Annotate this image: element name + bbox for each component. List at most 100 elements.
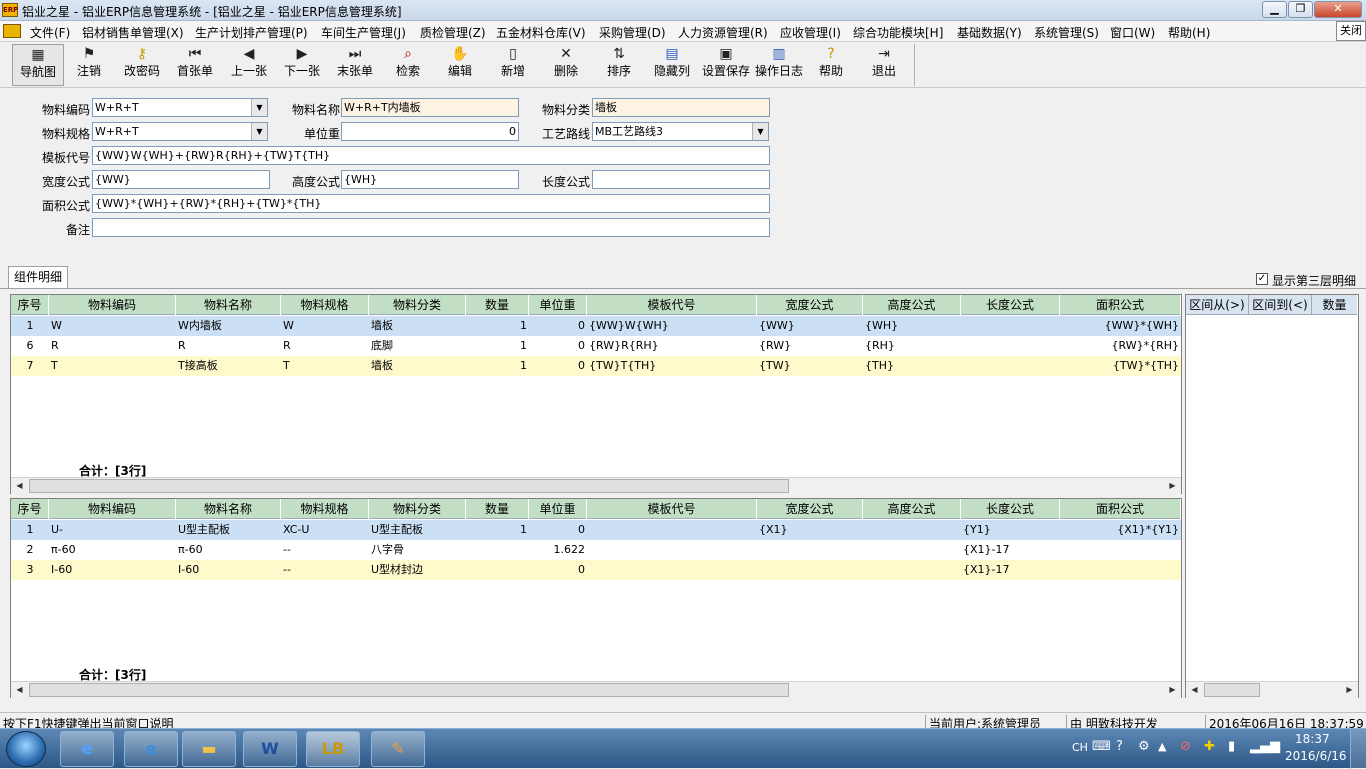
close-icon[interactable]: ✕ (1314, 1, 1362, 18)
logout-button[interactable]: ⚑ 注销 (66, 44, 112, 86)
taskbar-erp-icon[interactable]: LB (306, 731, 360, 767)
col-area-formula[interactable]: 面积公式 (1060, 499, 1181, 519)
menu-production-plan[interactable]: 生产计划排产管理(P) (195, 24, 308, 41)
col-material-code[interactable]: 物料编码 (49, 499, 176, 519)
interval-grid[interactable]: 区间从(>) 区间到(<) 数量 ◀ ▶ (1185, 294, 1359, 698)
col-seq[interactable]: 序号 (11, 499, 49, 519)
exit-button[interactable]: ⇥ 退出 (861, 44, 907, 86)
table-row[interactable]: 7 T T接高板 T 墙板 1 0 {TW}T{TH} {TW} {TH} {T… (11, 356, 1181, 376)
col-quantity[interactable]: 数量 (466, 295, 529, 315)
mdi-window-icon[interactable] (3, 24, 21, 38)
col-height-formula[interactable]: 高度公式 (863, 295, 961, 315)
scroll-thumb[interactable] (1204, 683, 1260, 697)
menu-composite[interactable]: 综合功能模块[H] (853, 24, 943, 41)
col-material-category[interactable]: 物料分类 (369, 499, 466, 519)
chevron-down-icon[interactable]: ▼ (251, 99, 267, 116)
prev-record-button[interactable]: ◀ 上一张 (224, 44, 274, 86)
col-unit-weight[interactable]: 单位重 (529, 295, 587, 315)
chevron-down-icon[interactable]: ▼ (251, 123, 267, 140)
first-record-button[interactable]: ⏮ 首张单 (170, 44, 220, 86)
scroll-thumb[interactable] (29, 683, 789, 697)
new-button[interactable]: ▯ 新增 (490, 44, 536, 86)
menu-hr[interactable]: 人力资源管理(R) (678, 24, 768, 41)
col-unit-weight[interactable]: 单位重 (529, 499, 587, 519)
tray-expand-icon[interactable]: ▲ (1158, 740, 1166, 753)
menu-window[interactable]: 窗口(W) (1110, 24, 1155, 41)
area-formula-field[interactable]: {WW}*{WH}+{RW}*{RH}+{TW}*{TH} (92, 194, 770, 213)
menu-purchase[interactable]: 采购管理(D) (599, 24, 666, 41)
col-length-formula[interactable]: 长度公式 (961, 499, 1060, 519)
sort-button[interactable]: ⇅ 排序 (596, 44, 642, 86)
menu-workshop[interactable]: 车间生产管理(J) (321, 24, 406, 41)
remark-field[interactable] (92, 218, 770, 237)
menu-help[interactable]: 帮助(H) (1168, 24, 1210, 41)
col-width-formula[interactable]: 宽度公式 (757, 499, 863, 519)
horizontal-scrollbar[interactable]: ◀ ▶ (11, 681, 1181, 698)
table-row[interactable]: 3 I-60 I-60 -- U型材封边 0 {X1}-17 (11, 560, 1181, 580)
nav-map-button[interactable]: ▦ 导航图 (12, 44, 64, 86)
col-interval-to[interactable]: 区间到(<) (1249, 295, 1312, 315)
height-formula-field[interactable]: {WH} (341, 170, 519, 189)
scroll-thumb[interactable] (29, 479, 789, 493)
col-material-code[interactable]: 物料编码 (49, 295, 176, 315)
show-desktop-button[interactable] (1350, 729, 1366, 769)
horizontal-scrollbar[interactable]: ◀ ▶ (1186, 681, 1358, 698)
settings-tray-icon[interactable]: ⚙ (1138, 739, 1150, 754)
col-length-formula[interactable]: 长度公式 (961, 295, 1060, 315)
horizontal-scrollbar[interactable]: ◀ ▶ (11, 477, 1181, 494)
taskbar-paint-icon[interactable]: ✎ (371, 731, 425, 767)
scroll-left-icon[interactable]: ◀ (11, 478, 28, 494)
component-grid[interactable]: 序号 物料编码 物料名称 物料规格 物料分类 数量 单位重 模板代号 宽度公式 … (10, 294, 1182, 494)
operation-log-button[interactable]: ▥ 操作日志 (753, 44, 805, 86)
save-settings-button[interactable]: ▣ 设置保存 (700, 44, 752, 86)
table-row[interactable]: 2 π-60 π-60 -- 八字骨 1.622 {X1}-17 (11, 540, 1181, 560)
col-area-formula[interactable]: 面积公式 (1060, 295, 1181, 315)
scroll-left-icon[interactable]: ◀ (1186, 682, 1203, 698)
width-formula-field[interactable]: {WW} (92, 170, 270, 189)
menu-file[interactable]: 文件(F) (30, 24, 70, 41)
edit-button[interactable]: ✋ 编辑 (437, 44, 483, 86)
clock-date[interactable]: 2016/6/16 (1285, 749, 1347, 763)
keyboard-icon[interactable]: ⌨ (1092, 739, 1111, 754)
col-quantity[interactable]: 数量 (466, 499, 529, 519)
col-template-code[interactable]: 模板代号 (587, 295, 757, 315)
taskbar-folder-icon[interactable]: ▬ (182, 731, 236, 767)
table-row[interactable]: 6 R R R 底脚 1 0 {RW}R{RH} {RW} {RH} {RW}*… (11, 336, 1181, 356)
scroll-right-icon[interactable]: ▶ (1341, 682, 1358, 698)
col-material-spec[interactable]: 物料规格 (281, 295, 369, 315)
scroll-left-icon[interactable]: ◀ (11, 682, 28, 698)
menu-receivable[interactable]: 应收管理(I) (780, 24, 841, 41)
col-height-formula[interactable]: 高度公式 (863, 499, 961, 519)
col-count[interactable]: 数量 (1312, 295, 1358, 315)
help-button[interactable]: ? 帮助 (808, 44, 854, 86)
material-spec-combo[interactable]: W+R+T ▼ (92, 122, 268, 141)
col-width-formula[interactable]: 宽度公式 (757, 295, 863, 315)
scroll-right-icon[interactable]: ▶ (1164, 682, 1181, 698)
scroll-right-icon[interactable]: ▶ (1164, 478, 1181, 494)
menu-sales[interactable]: 铝材销售单管理(X) (82, 24, 184, 41)
process-route-combo[interactable]: MB工艺路线3 ▼ (592, 122, 769, 141)
menu-quality[interactable]: 质检管理(Z) (420, 24, 486, 41)
delete-button[interactable]: ✕ 删除 (543, 44, 589, 86)
show-third-level-checkbox[interactable]: ✓ (1256, 273, 1268, 285)
material-category-field[interactable]: 墙板 (592, 98, 770, 117)
search-button[interactable]: ⌕ 检索 (385, 44, 431, 86)
network-icon[interactable]: ▂▄▆ (1250, 739, 1280, 754)
last-record-button[interactable]: ⏭ 末张单 (330, 44, 380, 86)
clock-time[interactable]: 18:37 (1295, 732, 1330, 746)
col-seq[interactable]: 序号 (11, 295, 49, 315)
col-material-name[interactable]: 物料名称 (176, 499, 281, 519)
minimize-icon[interactable]: ▁ (1262, 1, 1287, 18)
taskbar-ie-running-icon[interactable]: e (124, 731, 178, 767)
material-code-combo[interactable]: W+R+T ▼ (92, 98, 268, 117)
help-tray-icon[interactable]: ? (1116, 739, 1123, 754)
taskbar-ie-icon[interactable]: e (60, 731, 114, 767)
tab-component-detail[interactable]: 组件明细 (8, 266, 68, 288)
sub-component-grid[interactable]: 序号 物料编码 物料名称 物料规格 物料分类 数量 单位重 模板代号 宽度公式 … (10, 498, 1182, 698)
col-template-code[interactable]: 模板代号 (587, 499, 757, 519)
template-code-field[interactable]: {WW}W{WH}+{RW}R{RH}+{TW}T{TH} (92, 146, 770, 165)
show-third-level-label[interactable]: 显示第三层明细 (1272, 272, 1356, 289)
volume-icon[interactable]: ⊘ (1180, 739, 1191, 754)
col-material-name[interactable]: 物料名称 (176, 295, 281, 315)
length-formula-field[interactable] (592, 170, 770, 189)
